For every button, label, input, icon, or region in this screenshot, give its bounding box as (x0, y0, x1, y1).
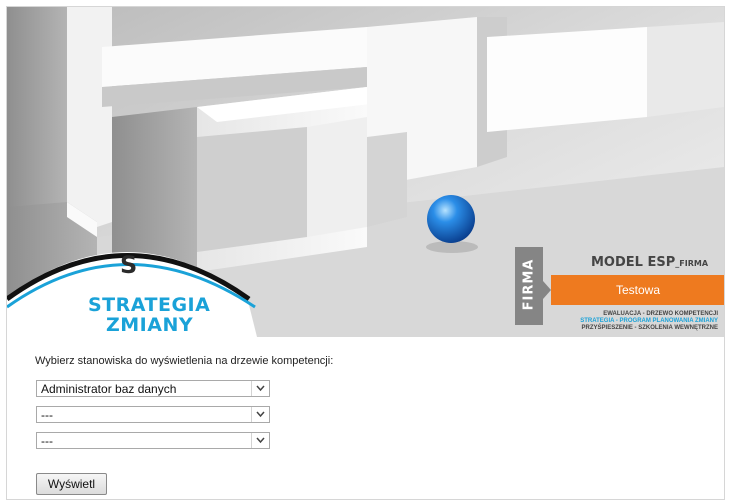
show-button[interactable]: Wyświetl (36, 473, 107, 495)
position-select-2-value: --- (41, 408, 53, 422)
badge-line-strategy: STRATEGIA - PROGRAM PLANOWANIA ZMIANY (580, 318, 718, 324)
page-frame: S STRATEGIA ZMIANY FIRMA MODEL ESP_FIRMA… (6, 6, 725, 500)
logo-line-1: STRATEGIA (88, 294, 211, 316)
position-select-3[interactable]: --- (36, 432, 270, 449)
logo-letter: S (120, 251, 138, 279)
logo-line-2: ZMIANY (106, 314, 194, 336)
chevron-down-icon[interactable] (251, 381, 269, 396)
company-name-banner: Testowa (551, 275, 724, 305)
arrow-right-icon (543, 281, 551, 299)
model-title-main: MODEL ESP (591, 255, 676, 270)
chevron-down-icon[interactable] (251, 433, 269, 448)
model-title-suffix: _FIRMA (675, 259, 709, 268)
badge-line-evaluation: EWALUACJA - DRZEWO KOMPETENCJI (603, 311, 718, 317)
firma-vertical-tab: FIRMA (515, 247, 543, 325)
position-select-3-value: --- (41, 434, 53, 448)
position-select-1[interactable]: Administrator baz danych (36, 380, 270, 397)
position-select-1-value: Administrator baz danych (41, 382, 177, 396)
model-title: MODEL ESP_FIRMA (591, 255, 708, 270)
position-select-prompt: Wybierz stanowiska do wyświetlenia na dr… (35, 355, 334, 367)
badge-line-training: PRZYŚPIESZENIE - SZKOLENIA WEWNĘTRZNE (581, 325, 718, 331)
position-select-2[interactable]: --- (36, 406, 270, 423)
chevron-down-icon[interactable] (251, 407, 269, 422)
firma-vertical-label: FIRMA (521, 258, 537, 311)
